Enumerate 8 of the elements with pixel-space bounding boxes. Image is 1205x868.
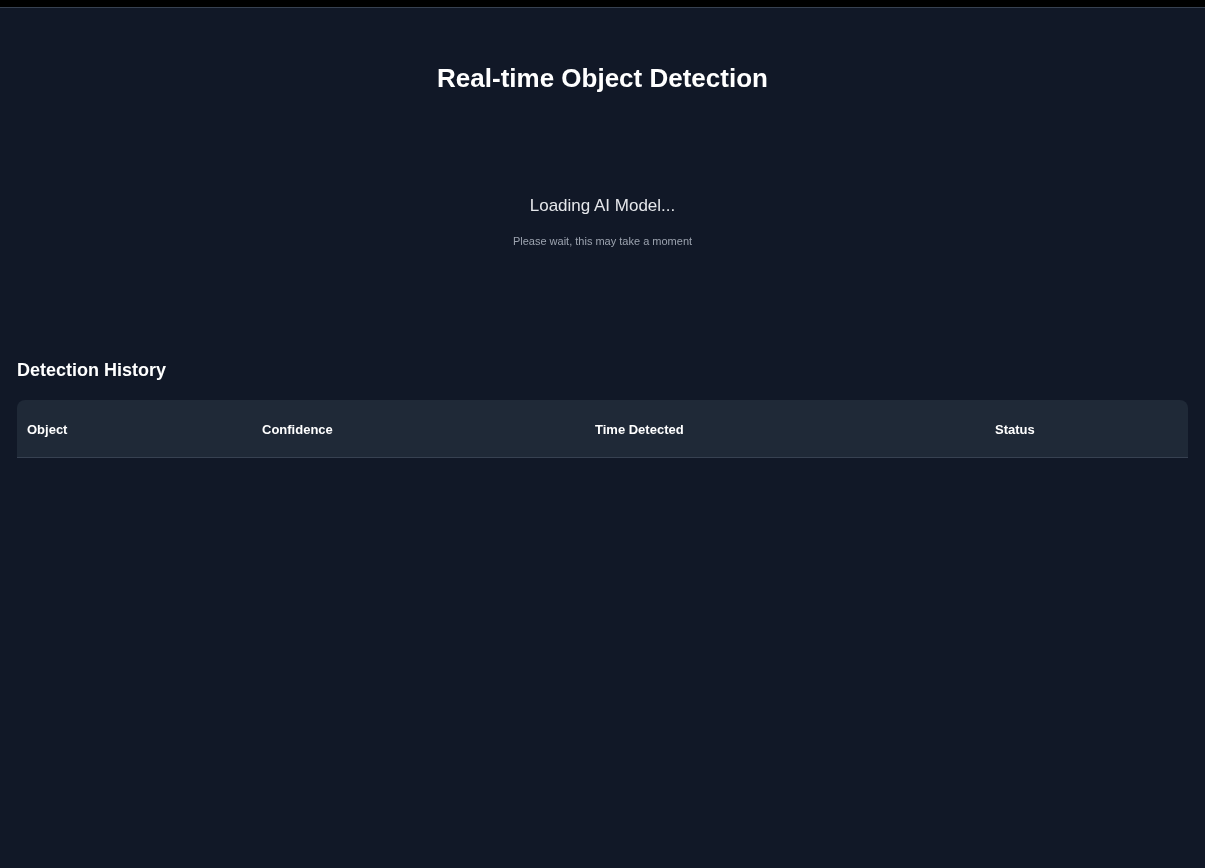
column-header: Status xyxy=(995,421,1035,437)
column-header: Object xyxy=(27,421,68,437)
section-title: Detection History xyxy=(17,359,167,382)
loading-heading: Loading AI Model... xyxy=(529,195,676,217)
column-header: Confidence xyxy=(262,421,333,437)
loading-message: Please wait, this may take a moment xyxy=(512,233,693,249)
column-header: Time Detected xyxy=(595,421,684,437)
page-title: Real-time Object Detection xyxy=(437,62,768,95)
